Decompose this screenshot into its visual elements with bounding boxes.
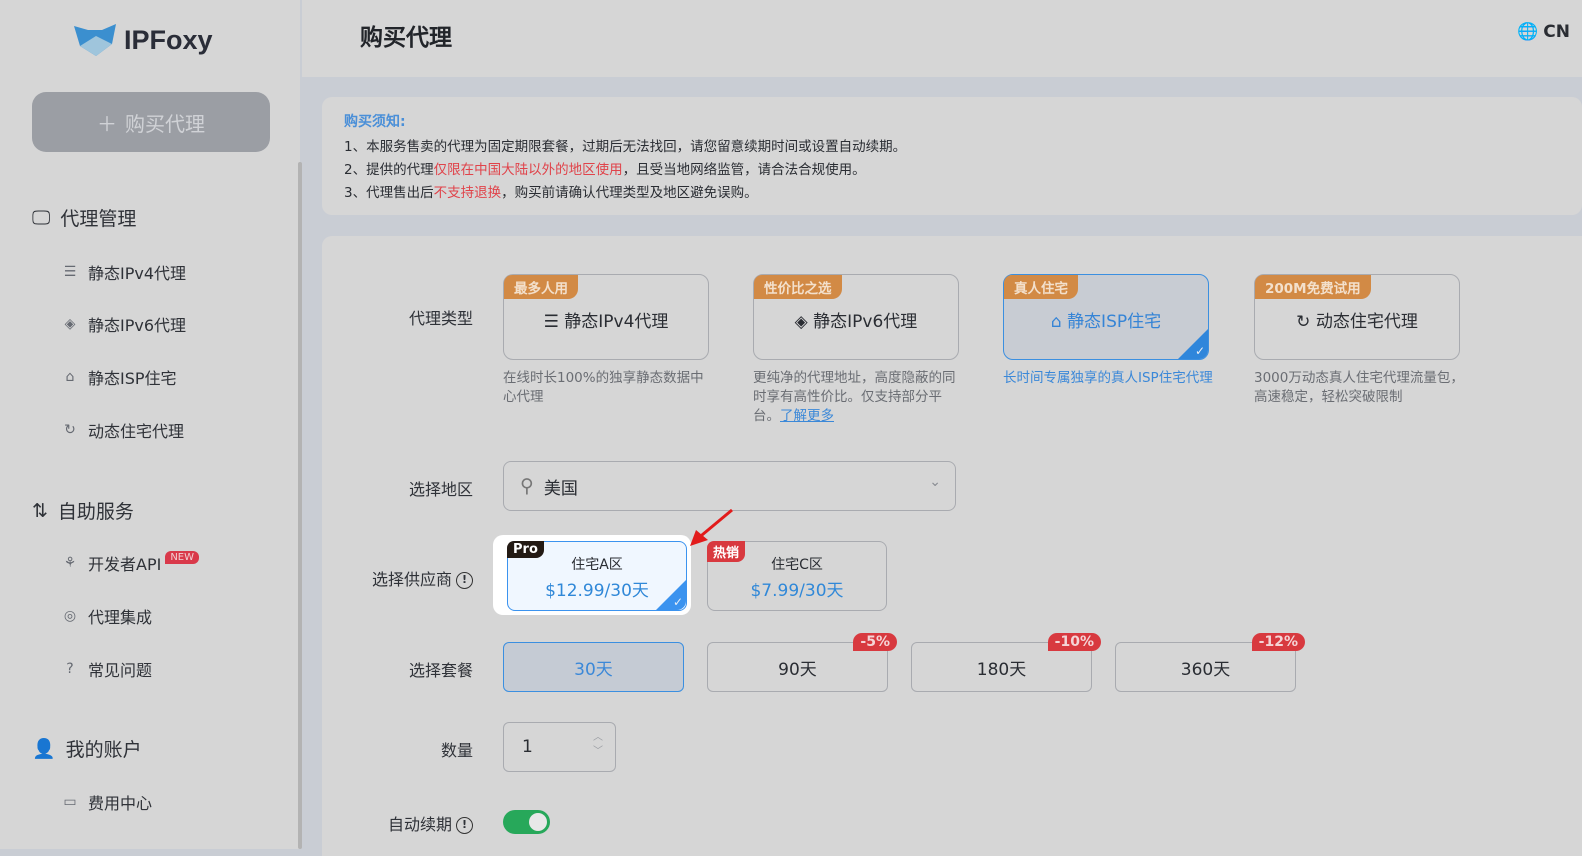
auto-renew-toggle[interactable] [503, 810, 550, 834]
chevron-down-icon: ⌄ [929, 474, 941, 490]
language-switch[interactable]: 🌐 CN [1517, 22, 1570, 42]
card-icon: ▭ [63, 794, 77, 810]
notice-line-1: 1、本服务售卖的代理为固定期限套餐，过期后无法找回，请您留意续期时间或设置自动续… [344, 139, 907, 155]
region-label: 选择地区 [408, 480, 473, 499]
type-card-dynamic[interactable]: 200M免费试用 ↻ 动态住宅代理 [1254, 274, 1460, 360]
package-90[interactable]: 90天 -5% [707, 633, 897, 692]
sidebar-item-ipv4[interactable]: ☰ 静态IPv4代理 [62, 260, 186, 284]
new-badge: NEW [165, 550, 200, 564]
type-desc: 更纯净的代理地址，高度隐蔽的同时享有高性价比。仅支持部分平台。了解更多 [753, 370, 956, 424]
layers-icon: ◈ [64, 316, 76, 332]
info-icon: ! [456, 572, 473, 589]
layers-icon: ◈ [794, 312, 814, 332]
search-icon: ⚲ [520, 475, 534, 497]
supplier-card-a[interactable]: Pro 住宅A区 $12.99/30天 ✓ [507, 541, 687, 611]
region-select[interactable]: ⚲ 美国 ⌄ [503, 461, 956, 511]
home-icon: ⌂ [1050, 312, 1068, 332]
purchase-notice: 购买须知: 1、本服务售卖的代理为固定期限套餐，过期后无法找回，请您留意续期时间… [322, 97, 1582, 215]
header: 购买代理 🌐 CN [302, 0, 1582, 77]
sidebar-item-dynamic[interactable]: ↻ 动态住宅代理 [62, 418, 184, 442]
package-360[interactable]: 360天 -12% [1115, 633, 1305, 692]
notice-line-2: 2、提供的代理仅限在中国大陆以外的地区使用，且受当地网络监管，请合法合规使用。 [344, 162, 866, 178]
api-icon: ⚘ [63, 555, 77, 571]
package-label: 选择套餐 [408, 661, 473, 680]
server-icon: ☰ [63, 264, 77, 280]
question-icon: ? [66, 661, 74, 677]
logo: IPFoxy [72, 22, 213, 58]
cycle-icon: ↻ [1296, 312, 1316, 332]
sidebar-item-isp[interactable]: ⌂ 静态ISP住宅 [62, 365, 177, 389]
supplier-label: 选择供应商! [343, 566, 473, 590]
sidebar-item-integration[interactable]: ◎ 代理集成 [62, 604, 152, 628]
check-icon: ✓ [1194, 344, 1205, 358]
fingerprint-icon: ◎ [63, 608, 77, 624]
user-icon: 👤 [32, 738, 56, 760]
auto-renew-label: 自动续期! [343, 811, 473, 835]
sidebar-item-faq[interactable]: ? 常见问题 [62, 657, 152, 681]
buy-proxy-button[interactable]: ＋购买代理 [32, 92, 270, 152]
type-card-ipv4[interactable]: 最多人用 ☰ 静态IPv4代理 [503, 274, 709, 360]
sidebar-item-ipv6[interactable]: ◈ 静态IPv6代理 [62, 312, 186, 336]
globe-icon: 🌐 [1517, 22, 1539, 42]
learn-more-link[interactable]: 了解更多 [780, 408, 834, 424]
type-card-ipv6[interactable]: 性价比之选 ◈ 静态IPv6代理 [753, 274, 959, 360]
quantity-stepper[interactable]: 1 ︿ ﹀ [503, 722, 616, 772]
ip-monitor-icon: 🖵 [32, 206, 51, 229]
supplier-card-c[interactable]: 热销 住宅C区 $7.99/30天 [707, 541, 887, 611]
chevron-down-icon: ﹀ [593, 746, 603, 757]
notice-line-3: 3、代理售出后不支持退换，购买前请确认代理类型及地区避免误购。 [344, 185, 758, 201]
package-180[interactable]: 180天 -10% [911, 633, 1101, 692]
exchange-icon: ⇅ [32, 499, 48, 522]
cycle-icon: ↻ [64, 422, 76, 438]
page-title: 购买代理 [360, 25, 452, 51]
plus-icon: ＋ [97, 111, 117, 136]
type-card-isp[interactable]: 真人住宅 ⌂ 静态ISP住宅 ✓ [1003, 274, 1209, 360]
type-desc: 在线时长100%的独享静态数据中心代理 [503, 370, 704, 405]
server-icon: ☰ [543, 312, 565, 332]
notice-heading: 购买须知: [344, 114, 406, 130]
info-icon: ! [456, 817, 473, 834]
package-30[interactable]: 30天 [503, 642, 684, 692]
sidebar-item-api[interactable]: ⚘ 开发者API NEW [62, 550, 200, 575]
type-desc: 长时间专属独享的真人ISP住宅代理 [1003, 370, 1213, 386]
sidebar-item-billing[interactable]: ▭ 费用中心 [62, 790, 152, 814]
sidebar-group-proxy-management[interactable]: 🖵 代理管理 [32, 204, 136, 231]
type-label: 代理类型 [408, 309, 473, 328]
sidebar-group-account[interactable]: 👤 我的账户 [32, 735, 142, 762]
sidebar-group-self-service[interactable]: ⇅ 自助服务 [32, 497, 134, 524]
sidebar: IPFoxy ＋购买代理 🖵 代理管理 ☰ 静态IPv4代理 ◈ 静态IPv6代理 ⌂… [0, 0, 300, 849]
home-icon: ⌂ [65, 369, 75, 385]
chevron-up-icon: ︿ [593, 732, 603, 743]
sidebar-scrollbar[interactable] [298, 162, 302, 849]
check-icon: ✓ [672, 595, 683, 609]
fox-logo-icon [74, 24, 116, 56]
red-arrow-annotation [690, 508, 733, 546]
quantity-label: 数量 [440, 741, 473, 760]
type-desc: 3000万动态真人住宅代理流量包，高速稳定，轻松突破限制 [1254, 370, 1464, 405]
